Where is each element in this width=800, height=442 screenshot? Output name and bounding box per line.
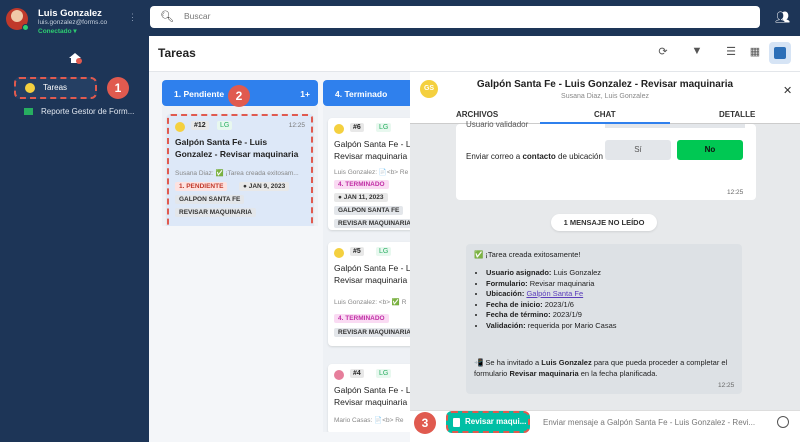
online-status-dot bbox=[22, 24, 29, 31]
avatar: GS bbox=[420, 80, 438, 98]
search-icon: 🔍︎ bbox=[160, 11, 174, 23]
produce-form-button[interactable]: Revisar maqui... bbox=[446, 411, 530, 433]
detail-item: Ubicación: Galpón Santa Fe bbox=[486, 289, 617, 300]
task-last-message: Luis Gonzalez: 📄<b> Re bbox=[334, 169, 409, 176]
kanban-view-icon[interactable] bbox=[769, 42, 791, 64]
sidebar-item-label: Tareas bbox=[43, 83, 68, 92]
column-count: 1+ bbox=[300, 89, 310, 99]
assignee-badge: LG bbox=[376, 123, 392, 132]
sidebar-item-tareas[interactable]: Tareas bbox=[14, 77, 97, 99]
sidebar bbox=[0, 0, 149, 442]
kanban-column-pendiente: #12 LG 12:25 Galpón Santa Fe - Luis Gonz… bbox=[162, 106, 318, 226]
more-vert-icon[interactable]: ⋮ bbox=[128, 12, 137, 23]
due-date-badge: ● JAN 9, 2023 bbox=[239, 182, 290, 191]
kanban-column-terminado: #6 LG Galpón Santa Fe - Luis Gonzalez - … bbox=[323, 106, 410, 432]
message-time: 12:25 bbox=[718, 382, 735, 389]
detail-item: Fecha de término: 2023/1/9 bbox=[486, 310, 617, 321]
task-card[interactable]: #12 LG 12:25 Galpón Santa Fe - Luis Gonz… bbox=[167, 114, 313, 226]
task-last-message: Mario Casas: 📄<b> Re bbox=[334, 417, 404, 424]
status-badge: 4. TERMINADO bbox=[334, 314, 389, 323]
filter-icon[interactable]: ▼ bbox=[690, 45, 704, 59]
column-title: 1. Pendiente bbox=[174, 89, 225, 99]
calendar-icon[interactable]: ▦ bbox=[748, 45, 762, 59]
assignee-badge: LG bbox=[376, 369, 392, 378]
task-id: #4 bbox=[350, 369, 364, 378]
message-input[interactable]: Enviar mensaje a Galpón Santa Fe - Luis … bbox=[543, 418, 755, 427]
people-icon[interactable]: 👥︎ bbox=[775, 10, 790, 24]
user-email: luis.gonzalez@forms.co bbox=[38, 19, 108, 26]
task-title: Galpón Santa Fe - Luis Gonzalez - Revisa… bbox=[334, 263, 410, 285]
message-time: 12:25 bbox=[727, 189, 744, 196]
avatar bbox=[334, 248, 344, 258]
status-badge: 1. PENDIENTE bbox=[175, 182, 228, 191]
form-field-label: Usuario validador bbox=[466, 120, 529, 129]
tab-archivos[interactable]: ARCHIVOS bbox=[456, 110, 498, 119]
report-icon bbox=[24, 108, 33, 116]
task-card[interactable]: #4 LG Galpón Santa Fe - Luis Gonzalez - … bbox=[328, 364, 410, 432]
assignee-badge: LG bbox=[217, 121, 233, 130]
emoji-icon[interactable] bbox=[777, 416, 789, 428]
avatar bbox=[175, 122, 185, 132]
detail-item: Formulario: Revisar maquinaria bbox=[486, 279, 617, 290]
assignee-badge: LG bbox=[376, 247, 392, 256]
task-last-message: Luis Gonzalez: <b> ✅ R bbox=[334, 299, 407, 306]
message-header: ✅ ¡Tarea creada exitosamente! bbox=[474, 250, 581, 259]
search-input[interactable]: 🔍︎ Buscar bbox=[150, 6, 760, 28]
system-message-bubble: ✅ ¡Tarea creada exitosamente! Usuario as… bbox=[466, 244, 742, 394]
task-title: Galpón Santa Fe - Luis Gonzalez - Revisa… bbox=[334, 385, 410, 407]
task-title: Galpón Santa Fe - Luis Gonzalez - Revisa… bbox=[334, 139, 410, 161]
page-title: Tareas bbox=[158, 46, 196, 60]
user-name: Luis Gonzalez bbox=[38, 8, 102, 19]
invitation-text: 📲 Se ha invitado a Luis Gonzalez para qu… bbox=[474, 358, 728, 378]
callout-marker-2: 2 bbox=[228, 85, 250, 107]
tab-chat[interactable]: CHAT bbox=[594, 110, 616, 119]
location-link[interactable]: Galpón Santa Fe bbox=[526, 289, 583, 298]
task-title: Galpón Santa Fe - Luis Gonzalez - Revisa… bbox=[175, 137, 299, 159]
form-tag: REVISAR MAQUINARIA bbox=[334, 328, 410, 337]
column-title: 4. Terminado bbox=[335, 89, 388, 99]
unread-divider: 1 MENSAJE NO LEÍDO bbox=[551, 214, 657, 231]
task-card[interactable]: #5 LG Galpón Santa Fe - Luis Gonzalez - … bbox=[328, 242, 410, 346]
check-circle-icon bbox=[25, 83, 35, 93]
callout-marker-1: 1 bbox=[107, 77, 129, 99]
task-details-list: Usuario asignado: Luis Gonzalez Formular… bbox=[486, 268, 617, 331]
chat-participants: Susana Diaz, Luis Gonzalez bbox=[561, 93, 649, 100]
detail-item: Validación: requerida por Mario Casas bbox=[486, 321, 617, 332]
avatar bbox=[334, 370, 344, 380]
chat-title: Galpón Santa Fe - Luis Gonzalez - Revisa… bbox=[476, 79, 734, 90]
refresh-icon[interactable]: ⟳ bbox=[656, 45, 670, 59]
task-time: 12:25 bbox=[288, 122, 305, 129]
due-date-badge: ● JAN 11, 2023 bbox=[334, 193, 388, 202]
detail-item: Fecha de inicio: 2023/1/6 bbox=[486, 300, 617, 311]
sidebar-item-label: Reporte Gestor de Form... bbox=[41, 107, 135, 116]
task-card[interactable]: #6 LG Galpón Santa Fe - Luis Gonzalez - … bbox=[328, 118, 410, 230]
user-status[interactable]: Conectado ▾ bbox=[38, 27, 77, 35]
task-id: #12 bbox=[191, 121, 209, 130]
tab-detalle[interactable]: DETALLE bbox=[719, 110, 755, 119]
close-icon[interactable]: ✕ bbox=[783, 84, 792, 97]
location-tag: GALPON SANTA FE bbox=[334, 206, 404, 215]
home-icon[interactable] bbox=[68, 52, 82, 64]
status-badge: 4. TERMINADO bbox=[334, 180, 389, 189]
checklist-icon[interactable]: ☰ bbox=[724, 45, 738, 59]
task-id: #5 bbox=[350, 247, 364, 256]
search-placeholder: Buscar bbox=[184, 11, 211, 21]
no-button[interactable]: No bbox=[677, 140, 743, 160]
user-profile[interactable]: Luis Gonzalez luis.gonzalez@forms.co Con… bbox=[0, 0, 149, 36]
callout-marker-3: 3 bbox=[414, 412, 436, 434]
yes-button[interactable]: Sí bbox=[605, 140, 671, 160]
detail-item: Usuario asignado: Luis Gonzalez bbox=[486, 268, 617, 279]
form-tag: REVISAR MAQUINARIA bbox=[334, 219, 410, 228]
sidebar-item-reporte[interactable]: Reporte Gestor de Form... bbox=[24, 107, 134, 116]
location-tag: GALPON SANTA FE bbox=[175, 195, 245, 204]
avatar bbox=[334, 124, 344, 134]
form-field-value bbox=[605, 124, 745, 128]
task-id: #6 bbox=[350, 123, 364, 132]
task-last-message: Susana Diaz: ✅ ¡Tarea creada exitosam... bbox=[175, 170, 299, 177]
form-tag: REVISAR MAQUINARIA bbox=[175, 208, 256, 217]
